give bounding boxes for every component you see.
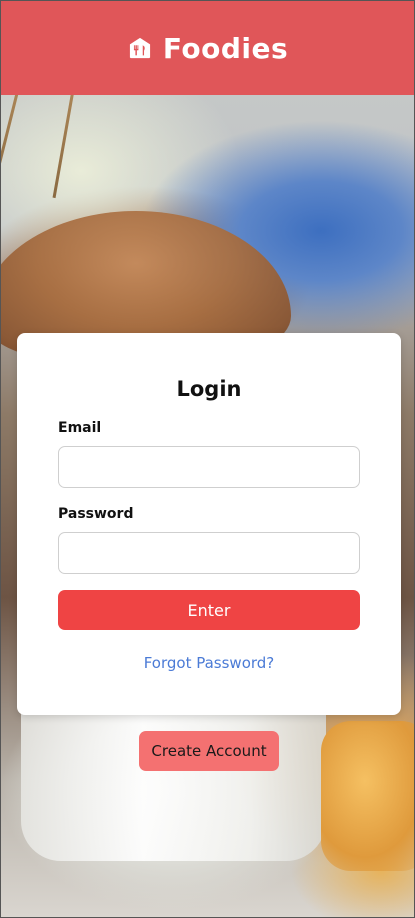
enter-button[interactable]: Enter bbox=[58, 590, 360, 630]
forgot-password-link[interactable]: Forgot Password? bbox=[17, 654, 401, 672]
app-frame: Foodies Login Email Password Enter Forgo… bbox=[0, 0, 415, 918]
house-utensils-icon bbox=[129, 37, 150, 59]
create-account-button[interactable]: Create Account bbox=[139, 731, 279, 771]
email-label: Email bbox=[58, 420, 102, 436]
login-card: Login Email Password Enter Forgot Passwo… bbox=[17, 333, 401, 715]
password-label: Password bbox=[58, 506, 134, 522]
password-field[interactable] bbox=[58, 532, 360, 574]
app-header: Foodies bbox=[1, 1, 414, 95]
email-field[interactable] bbox=[58, 446, 360, 488]
login-title: Login bbox=[176, 377, 242, 401]
brand-title: Foodies bbox=[162, 31, 289, 65]
